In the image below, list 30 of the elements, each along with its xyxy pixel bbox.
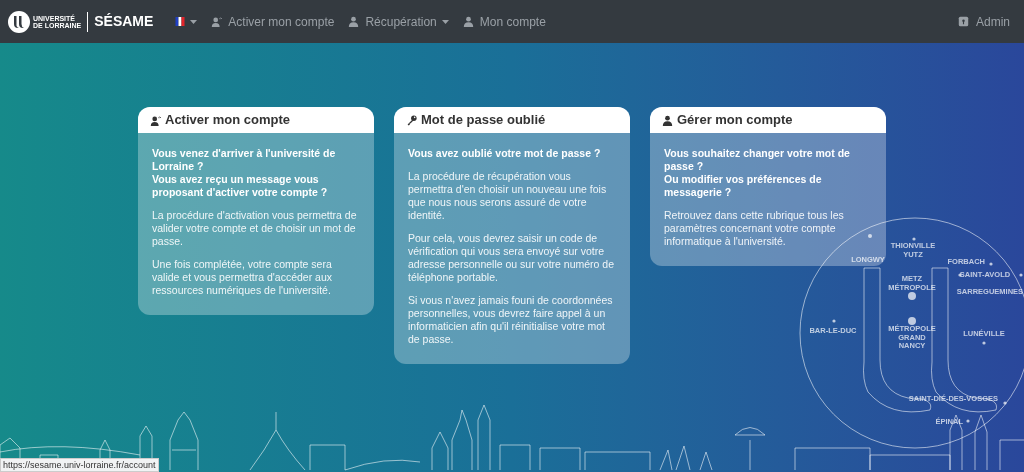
card-question: Vous souhaitez changer votre mot de passe ?: [664, 147, 851, 173]
card-question: Vous avez oublié votre mot de passe ?: [408, 147, 602, 160]
card-paragraph: Une fois complétée, votre compte sera valide et vous permettra d'accéder aux ressources numériques de l'université.: [152, 258, 334, 297]
card-paragraph: Si vous n'avez jamais founi de coordonnées personnelles, vous devrez faire appel à un informaticien afin qu'il réinitialise votre mot de passe.: [408, 294, 614, 346]
card-question: Vous avez reçu un message vous proposant d'activer votre compte ?: [152, 173, 329, 199]
card-paragraph: La procédure d'activation vous permettra de valider votre compte et de choisir un mot de passe.: [152, 209, 358, 248]
card-title: Mot de passe oublié: [421, 111, 546, 130]
card-paragraph: La procédure de récupération vous permettra d'en choisir un nouveau une fois que nous nous serons assuré de votre identité.: [408, 170, 608, 222]
card-question: Ou modifier vos préférences de messagerie ?: [664, 173, 823, 199]
card-paragraph: Pour cela, vous devrez saisir un code de vérification qui vous sera envoyé sur votre adresse personnelle ou sur votre numéro de téléphone portable.: [408, 232, 616, 284]
language-dropdown[interactable]: [175, 17, 198, 26]
card-title: Gérer mon compte: [677, 111, 793, 130]
user-icon: [211, 16, 223, 27]
card-question: Vous venez d'arriver à l'université de Lorraine ?: [152, 147, 337, 173]
status-url: https://sesame.univ-lorraine.fr/account: [0, 458, 159, 472]
user-icon: [462, 16, 474, 27]
brand-link[interactable]: SÉSAME: [94, 11, 154, 32]
user-icon: [150, 114, 161, 126]
logo-icon: [8, 10, 30, 33]
admin-link[interactable]: Admin: [958, 12, 1010, 31]
card-title: Activer mon compte: [165, 111, 290, 130]
key-icon: [406, 114, 417, 126]
lock-icon: [958, 16, 969, 27]
user-icon: [662, 114, 673, 126]
nav-dropdown[interactable]: Récupération: [348, 12, 449, 31]
card-paragraph: Retrouvez dans cette rubrique tous les paramètres concernant votre compte informatique à l'université.: [664, 209, 845, 248]
nav-link[interactable]: Activer mon compte: [211, 12, 335, 31]
user-icon: [348, 16, 360, 27]
nav-link[interactable]: Mon compte: [462, 12, 546, 31]
french-flag-icon: [175, 17, 186, 26]
